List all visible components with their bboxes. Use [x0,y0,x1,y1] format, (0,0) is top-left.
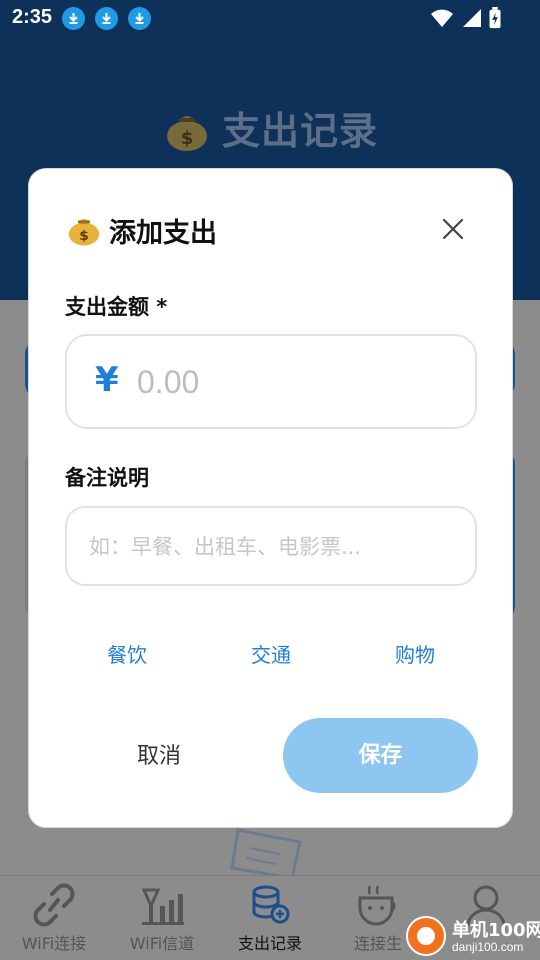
money-bag-icon: $ [68,218,100,246]
nav-label: WiFi信道 [129,934,195,953]
watermark-logo-icon [406,916,446,956]
download-icon [62,7,85,30]
link-icon [33,883,75,927]
quick-tag-transport[interactable]: 交通 [211,639,331,668]
currency-symbol: ¥ [95,360,119,400]
money-bag-icon: $ [166,115,207,151]
wifi-icon [431,9,453,27]
nav-item-wifi-channel[interactable]: WiFi信道 [108,876,216,960]
cancel-button[interactable]: 取消 [89,724,229,789]
quick-tag-dining[interactable]: 餐饮 [67,639,187,668]
nav-label: WiFi连接 [21,934,87,953]
coin-stack-icon [252,885,290,924]
header-title: 支出记录 [221,109,378,153]
amount-field[interactable]: ¥ [65,334,477,429]
status-bar: 2:35 [0,0,540,36]
add-expense-dialog: $ 添加支出 支出金额 * ¥ 备注说明 餐饮 交通 购物 取消 保存 [28,168,513,828]
note-field[interactable] [65,506,477,586]
save-button[interactable]: 保存 [283,718,478,793]
empty-state-illustration [230,828,302,880]
close-button[interactable] [439,215,467,243]
watermark: 单机100网 danji100.com [392,912,540,960]
note-label: 备注说明 [65,466,149,490]
header-title-row: $ 支出记录 [0,100,540,155]
battery-icon [489,7,501,29]
dialog-title: 添加支出 [109,218,217,249]
svg-text:$: $ [79,228,89,244]
download-icon [128,7,151,30]
watermark-url: danji100.com [452,940,524,954]
amount-input[interactable] [137,352,457,412]
nav-item-wifi-connect[interactable]: WiFi连接 [0,876,108,960]
nav-item-expense-record[interactable]: 支出记录 [216,876,324,960]
download-icon [95,7,118,30]
watermark-text: 单机100网 [452,920,540,941]
svg-text:$: $ [181,128,194,149]
signal-bars-icon [141,888,184,925]
quick-tag-shopping[interactable]: 购物 [355,639,475,668]
nav-label: 支出记录 [237,934,302,953]
status-time: 2:35 [12,6,53,28]
amount-label: 支出金额 * [65,295,168,319]
cell-signal-icon [463,9,481,27]
close-icon [442,218,464,240]
note-input[interactable] [89,522,459,572]
